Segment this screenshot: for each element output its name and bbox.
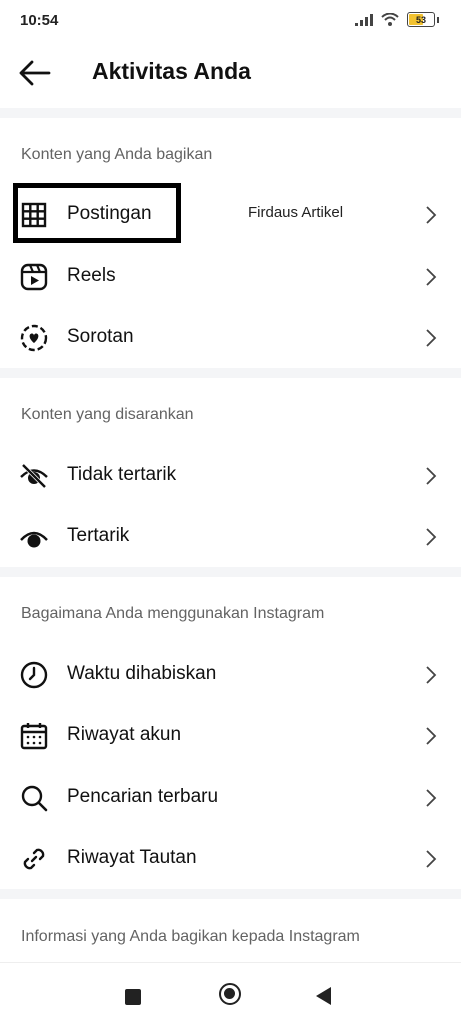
menu-item-riwayat-tautan[interactable]: Riwayat Tautan [0, 828, 461, 888]
clock-icon [20, 661, 48, 689]
section-divider [0, 889, 461, 899]
chevron-right-icon [426, 528, 437, 546]
chevron-right-icon [426, 467, 437, 485]
highlight-box [13, 183, 181, 243]
system-back-button[interactable] [316, 987, 331, 1005]
battery-level: 53 [415, 14, 426, 25]
menu-item-label: Waktu dihabiskan [67, 663, 217, 684]
section-title-usage: Bagaimana Anda menggunakan Instagram [21, 605, 325, 622]
calendar-icon [20, 723, 48, 750]
link-icon [23, 848, 45, 870]
system-nav-bar [0, 962, 461, 1025]
menu-item-label: Tertarik [67, 525, 130, 546]
section-title-shared: Konten yang Anda bagikan [21, 146, 213, 163]
menu-item-label: Riwayat akun [67, 724, 182, 745]
section-divider [0, 567, 461, 577]
status-bar: 10:54 53 [0, 0, 461, 44]
chevron-right-icon [426, 789, 437, 807]
section-title-suggested: Konten yang disarankan [21, 406, 194, 423]
battery-tip [437, 16, 439, 23]
section-title-info: Informasi yang Anda bagikan kepada Insta… [21, 928, 360, 945]
wifi-icon [381, 13, 399, 26]
page-title: Aktivitas Anda [92, 58, 251, 84]
chevron-right-icon [426, 329, 437, 347]
menu-item-riwayat-akun[interactable]: Riwayat akun [0, 705, 461, 765]
menu-item-tertarik[interactable]: Tertarik [0, 506, 461, 566]
status-time: 10:54 [20, 12, 59, 29]
battery-icon: 53 [407, 12, 435, 27]
menu-item-label: Riwayat Tautan [67, 847, 197, 868]
menu-item-tidak-tertarik[interactable]: Tidak tertarik [0, 445, 461, 505]
menu-item-pencarian-terbaru[interactable]: Pencarian terbaru [0, 767, 461, 827]
eye-icon [20, 531, 48, 548]
highlight-heart-icon [20, 324, 48, 352]
recent-apps-button[interactable] [125, 989, 141, 1005]
annotation-text: Firdaus Artikel [248, 204, 344, 221]
search-icon [21, 785, 48, 812]
chevron-right-icon [426, 727, 437, 745]
menu-item-waktu-dihabiskan[interactable]: Waktu dihabiskan [0, 644, 461, 704]
menu-item-reels[interactable]: Reels [0, 246, 461, 306]
chevron-right-icon [426, 268, 437, 286]
back-arrow-icon[interactable] [18, 58, 52, 88]
chevron-right-icon [426, 850, 437, 868]
status-icons: 53 [355, 12, 439, 27]
signal-icon [355, 13, 373, 26]
menu-item-label: Sorotan [67, 326, 134, 347]
app-header: Aktivitas Anda [0, 44, 461, 106]
home-button[interactable] [219, 983, 241, 1005]
section-divider [0, 368, 461, 378]
chevron-right-icon [426, 666, 437, 684]
menu-item-label: Reels [67, 265, 116, 286]
chevron-right-icon [426, 206, 437, 224]
menu-item-sorotan[interactable]: Sorotan [0, 307, 461, 367]
menu-item-label: Pencarian terbaru [67, 786, 219, 807]
eye-off-icon [20, 463, 48, 489]
menu-item-label: Tidak tertarik [67, 464, 177, 485]
reels-icon [20, 263, 48, 291]
section-divider [0, 108, 461, 118]
